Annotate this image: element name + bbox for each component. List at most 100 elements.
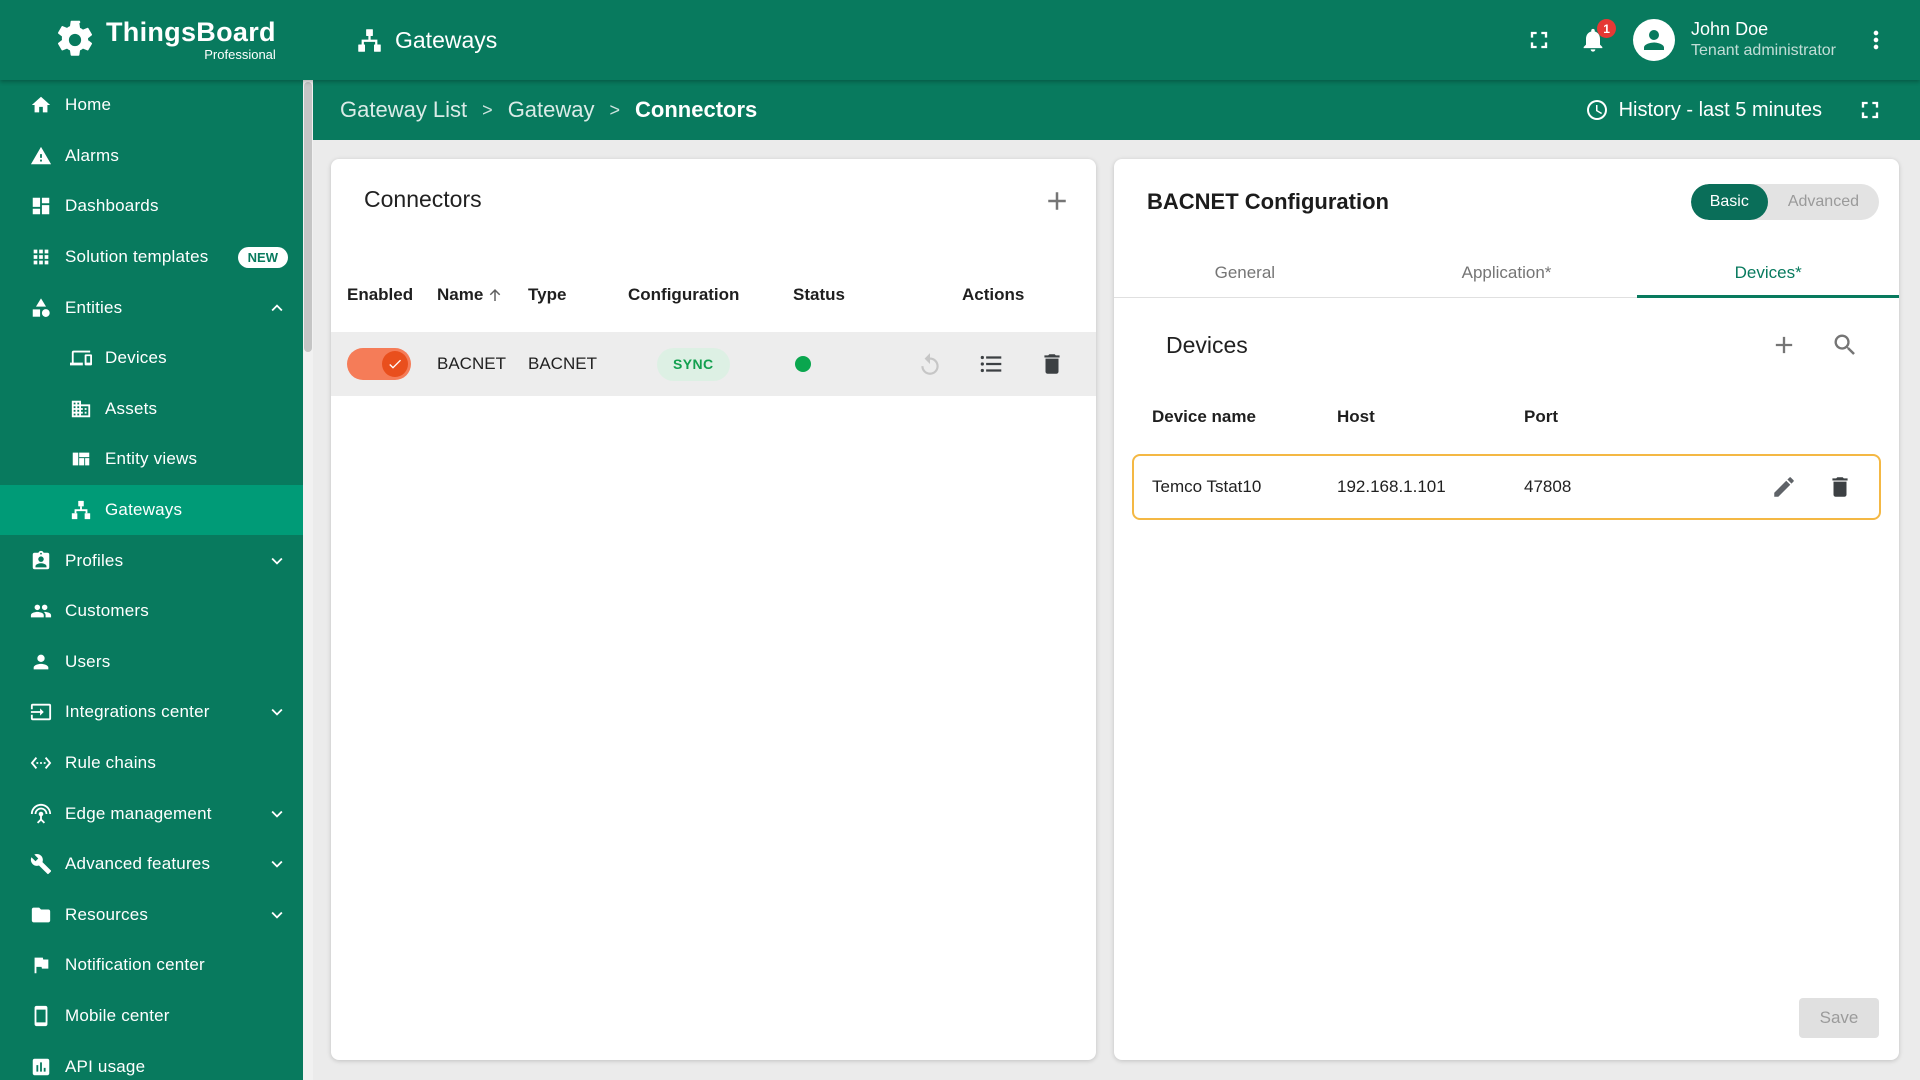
sort-arrow-icon	[486, 286, 504, 304]
add-connector-button[interactable]	[1042, 186, 1072, 216]
sidebar-scrollbar[interactable]	[303, 80, 313, 1080]
devices-title: Devices	[1166, 331, 1248, 358]
sidebar-item-edge-management[interactable]: Edge management	[0, 788, 303, 839]
sidebar-item-api-usage[interactable]: API usage	[0, 1041, 303, 1080]
sidebar-item-home[interactable]: Home	[0, 80, 303, 131]
status-dot	[795, 356, 811, 372]
fullscreen-button[interactable]	[1525, 26, 1553, 54]
sidebar-item-solution-templates[interactable]: Solution templates NEW	[0, 232, 303, 283]
chevron-down-icon	[266, 904, 288, 926]
sidebar-item-assets[interactable]: Assets	[0, 384, 303, 435]
brand-logo[interactable]: ThingsBoard Professional	[54, 18, 276, 62]
column-name-label: Name	[437, 285, 484, 304]
chart-doc-icon	[30, 1056, 52, 1078]
logs-list-icon[interactable]	[978, 351, 1004, 377]
input-icon	[30, 701, 52, 723]
brand-subtitle: Professional	[204, 47, 276, 62]
basic-mode-button[interactable]: Basic	[1690, 184, 1768, 220]
column-port: Port	[1524, 407, 1558, 426]
plus-icon	[1770, 331, 1798, 359]
sidebar-label: Entities	[65, 297, 123, 317]
sidebar-label: Advanced features	[65, 854, 211, 874]
antenna-icon	[30, 803, 52, 825]
sidebar-label: Dashboards	[65, 196, 159, 216]
brand-text: ThingsBoard Professional	[106, 18, 276, 62]
sidebar-item-dashboards[interactable]: Dashboards	[0, 181, 303, 232]
new-badge: NEW	[237, 246, 288, 268]
sidebar-label: Devices	[105, 348, 167, 368]
column-device-name: Device name	[1152, 407, 1256, 426]
sidebar-item-integrations-center[interactable]: Integrations center	[0, 687, 303, 738]
lan-icon	[70, 499, 92, 521]
user-menu[interactable]: John Doe Tenant administrator	[1691, 18, 1836, 62]
person-icon	[30, 651, 52, 673]
connector-row[interactable]: BACNET BACNET SYNC	[331, 332, 1096, 396]
toolbar-right: History - last 5 minutes	[1585, 96, 1884, 124]
gateways-icon	[356, 27, 383, 54]
enabled-cell	[347, 348, 437, 380]
user-role: Tenant administrator	[1691, 42, 1836, 60]
tab-general[interactable]: General	[1114, 249, 1376, 297]
add-device-button[interactable]	[1770, 331, 1798, 359]
sidebar-item-profiles[interactable]: Profiles	[0, 535, 303, 586]
device-row[interactable]: Temco Tstat10 192.168.1.101 47808	[1132, 454, 1881, 520]
chevron-down-icon	[266, 803, 288, 825]
sidebar-item-resources[interactable]: Resources	[0, 890, 303, 941]
sidebar-label: Home	[65, 95, 112, 115]
user-avatar[interactable]	[1633, 19, 1676, 61]
dashboards-icon	[30, 195, 52, 217]
column-name-sort[interactable]: Name	[437, 285, 528, 305]
user-name: John Doe	[1691, 18, 1769, 39]
notifications-button[interactable]: 1	[1579, 19, 1617, 54]
sidebar-item-devices[interactable]: Devices	[0, 333, 303, 384]
sidebar-item-entities[interactable]: Entities	[0, 282, 303, 333]
smartphone-icon	[30, 1005, 52, 1027]
column-status: Status	[793, 285, 845, 304]
sidebar-item-rule-chains[interactable]: Rule chains	[0, 738, 303, 789]
breadcrumb-gateway-list[interactable]: Gateway List	[340, 97, 467, 123]
sidebar-label: Users	[65, 651, 111, 671]
edit-device-icon[interactable]	[1771, 474, 1797, 500]
history-button[interactable]: History - last 5 minutes	[1585, 98, 1822, 122]
plus-icon	[1042, 186, 1072, 216]
sidebar-item-alarms[interactable]: Alarms	[0, 131, 303, 182]
sidebar-item-entity-views[interactable]: Entity views	[0, 434, 303, 485]
delete-device-icon[interactable]	[1827, 474, 1853, 500]
clock-icon	[1585, 98, 1609, 122]
expand-button[interactable]	[1856, 96, 1884, 124]
connectors-card-header: Connectors	[331, 159, 1096, 255]
breadcrumb-gateway[interactable]: Gateway	[508, 97, 595, 123]
tab-application[interactable]: Application*	[1376, 249, 1638, 297]
fullscreen-icon	[1525, 26, 1553, 54]
scrollbar-thumb[interactable]	[304, 82, 312, 352]
page-title: Gateways	[356, 27, 497, 54]
connector-enabled-toggle[interactable]	[347, 348, 411, 380]
sidebar-label: Profiles	[65, 550, 124, 570]
delete-connector-icon[interactable]	[1039, 351, 1065, 377]
chevron-up-icon	[266, 297, 288, 319]
sidebar-label: API usage	[65, 1056, 146, 1076]
device-name-cell: Temco Tstat10	[1152, 477, 1262, 496]
more-menu-button[interactable]	[1862, 26, 1890, 54]
sidebar-label: Customers	[65, 601, 149, 621]
kebab-menu-icon	[1862, 26, 1890, 54]
sidebar-item-gateways[interactable]: Gateways	[0, 484, 303, 536]
config-card-header: BACNET Configuration Basic Advanced	[1114, 159, 1899, 249]
save-button[interactable]: Save	[1799, 998, 1879, 1038]
device-port-cell: 47808	[1524, 477, 1572, 496]
sidebar-item-customers[interactable]: Customers	[0, 586, 303, 637]
sidebar-item-advanced-features[interactable]: Advanced features	[0, 839, 303, 890]
advanced-mode-button[interactable]: Advanced	[1768, 184, 1879, 220]
sidebar-item-notification-center[interactable]: Notification center	[0, 940, 303, 991]
column-configuration: Configuration	[628, 285, 740, 304]
config-title: BACNET Configuration	[1147, 189, 1389, 214]
sidebar-label: Notification center	[65, 955, 205, 975]
tab-devices[interactable]: Devices*	[1637, 249, 1899, 298]
breadcrumb-separator: >	[482, 99, 493, 120]
column-enabled: Enabled	[347, 285, 414, 304]
connectors-table-header: Enabled Name Type Configuration Status A…	[331, 275, 1096, 315]
search-device-button[interactable]	[1831, 331, 1859, 359]
sidebar-item-users[interactable]: Users	[0, 637, 303, 688]
connectors-card: Connectors Enabled Name Type Configurati…	[331, 159, 1096, 1060]
sidebar-item-mobile-center[interactable]: Mobile center	[0, 991, 303, 1042]
